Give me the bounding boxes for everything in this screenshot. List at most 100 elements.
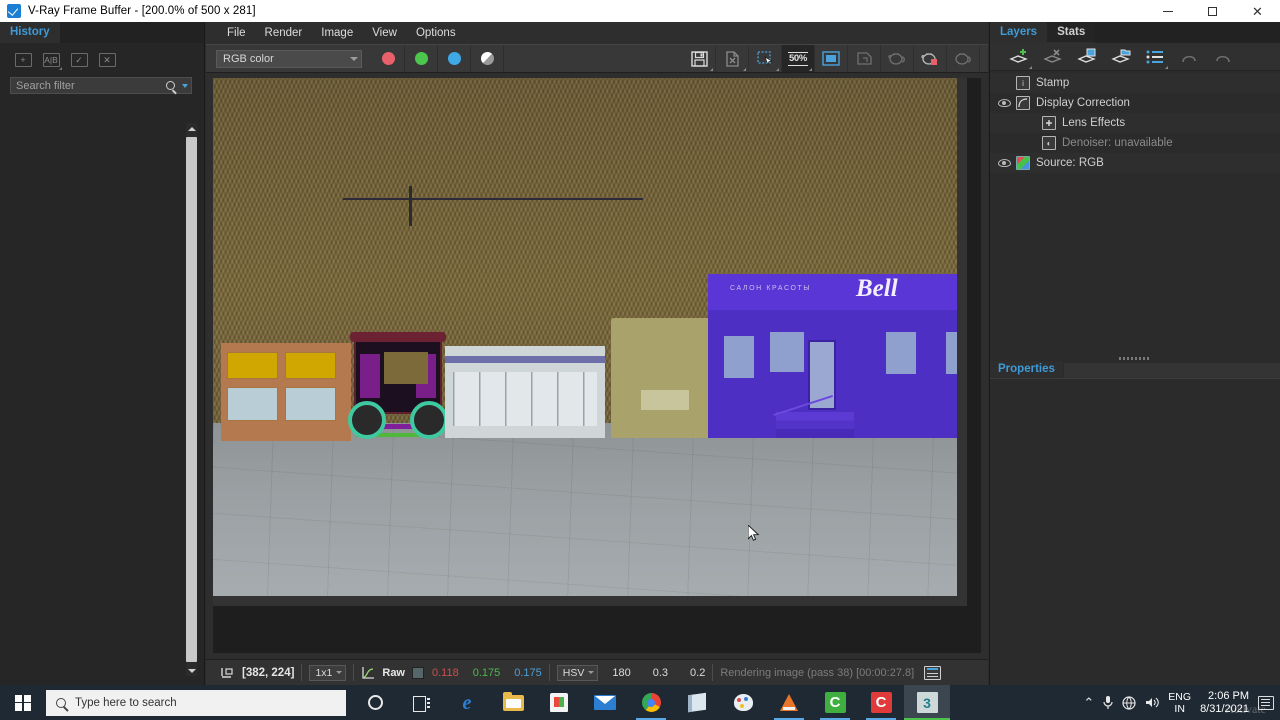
undo-icon[interactable] (1172, 44, 1205, 70)
layer-list[interactable]: i Stamp Display Correction ✚ Lens Effect… (990, 71, 1280, 173)
chevron-down-icon (336, 671, 343, 674)
sample-size-value: 1x1 (315, 666, 333, 679)
tab-history[interactable]: History (0, 22, 60, 43)
menu-image[interactable]: Image (313, 25, 361, 41)
olive-tower-building (611, 318, 721, 438)
chrome-icon[interactable] (628, 685, 674, 720)
layer-row-source-rgb[interactable]: Source: RGB (990, 153, 1280, 173)
red-channel-button[interactable] (372, 45, 405, 72)
search-filter-box[interactable] (10, 77, 192, 94)
clear-image-button[interactable] (716, 45, 749, 72)
add-layer-icon[interactable] (1002, 44, 1035, 70)
corel-green-icon[interactable]: C (812, 685, 858, 720)
show-log-button[interactable] (924, 665, 942, 680)
scrollbar-thumb[interactable] (186, 137, 197, 662)
tab-stats[interactable]: Stats (1047, 22, 1096, 43)
language-indicator[interactable]: ENG IN (1168, 691, 1191, 715)
edge-icon[interactable]: e (444, 685, 490, 720)
menu-file[interactable]: File (219, 25, 254, 41)
color-mode-label: Raw (382, 666, 405, 679)
compare-ab-icon[interactable]: A|B (38, 49, 64, 71)
green-channel-button[interactable] (405, 45, 438, 72)
mail-icon[interactable] (582, 685, 628, 720)
save-layers-icon[interactable] (1070, 44, 1103, 70)
tab-properties[interactable]: Properties (990, 361, 1063, 378)
vfb-toolbar-right: 50% (683, 45, 988, 72)
close-button[interactable]: ✕ (1235, 0, 1280, 22)
layer-row-stamp[interactable]: i Stamp (990, 73, 1280, 93)
load-layers-icon[interactable] (1104, 44, 1137, 70)
notepad-icon[interactable] (674, 685, 720, 720)
scroll-up-icon[interactable] (186, 123, 197, 134)
history-list[interactable] (0, 122, 186, 685)
layers-tabrow: Layers Stats (990, 22, 1280, 43)
paint-icon[interactable] (720, 685, 766, 720)
cube-follow-icon (856, 52, 872, 65)
stop-render-button[interactable] (914, 45, 947, 72)
color-space-select[interactable]: HSV (556, 664, 599, 681)
layer-label: Display Correction (1036, 97, 1130, 109)
search-icon (166, 81, 175, 90)
vfb-statusbar: [382, 224] 1x1 Raw 0.118 0.175 0.175 HSV… (206, 659, 988, 685)
mic-icon[interactable] (1103, 695, 1113, 710)
network-icon[interactable] (1122, 695, 1136, 710)
microsoft-store-icon[interactable] (536, 685, 582, 720)
rendered-image[interactable]: САЛОН КРАСОТЫ Bell (213, 78, 967, 606)
start-render-button[interactable] (947, 45, 980, 72)
teapot-start-icon (955, 53, 971, 65)
pixel-info-icon (221, 667, 233, 678)
curve-icon (1016, 96, 1030, 110)
visibility-toggle[interactable] (992, 99, 1016, 107)
save-image-button[interactable] (683, 45, 716, 72)
layer-row-denoiser[interactable]: ◐ Denoiser: unavailable (990, 133, 1280, 153)
scroll-down-icon[interactable] (186, 665, 197, 676)
render-last-button[interactable] (881, 45, 914, 72)
layer-row-lens-effects[interactable]: ✚ Lens Effects (990, 113, 1280, 133)
render-region-button[interactable] (749, 45, 782, 72)
task-view-icon[interactable] (398, 685, 444, 720)
color-curve-icon[interactable] (361, 666, 375, 680)
redo-icon[interactable] (1206, 44, 1239, 70)
fit-to-window-button[interactable] (815, 45, 848, 72)
minimize-button[interactable] (1145, 0, 1190, 22)
set-as-current-icon[interactable]: ✓ (66, 49, 92, 71)
volume-icon[interactable] (1145, 696, 1160, 709)
cortana-icon[interactable] (352, 685, 398, 720)
splitter-grip[interactable] (1119, 356, 1151, 360)
channel-select[interactable]: RGB color (216, 49, 362, 68)
menu-render[interactable]: Render (257, 25, 311, 41)
restore-button[interactable] (1190, 0, 1235, 22)
menu-options[interactable]: Options (408, 25, 464, 41)
teapot-stop-icon (921, 53, 937, 65)
blue-channel-button[interactable] (438, 45, 471, 72)
follow-mouse-button[interactable] (848, 45, 881, 72)
visibility-toggle[interactable] (992, 159, 1016, 167)
search-input[interactable] (16, 79, 166, 92)
eye-icon (997, 99, 1011, 107)
vfb-toolbar: RGB color 50% (206, 44, 988, 73)
corel-red-icon[interactable]: C (858, 685, 904, 720)
show-hidden-icons-button[interactable]: ⌃ (1083, 695, 1094, 711)
vlc-icon[interactable] (766, 685, 812, 720)
sample-size-select[interactable]: 1x1 (309, 664, 347, 681)
start-button[interactable] (0, 685, 46, 720)
taskbar-search[interactable]: Type here to search (46, 689, 346, 716)
delete-layer-icon[interactable] (1036, 44, 1069, 70)
save-to-history-icon[interactable]: + (10, 49, 36, 71)
layer-presets-icon[interactable] (1138, 44, 1171, 70)
language-top: ENG (1168, 690, 1192, 703)
canvas-hscrollbar[interactable] (213, 596, 967, 606)
chevron-down-icon[interactable] (182, 83, 188, 88)
tab-layers[interactable]: Layers (990, 22, 1048, 43)
history-scrollbar[interactable] (186, 123, 197, 676)
canvas-vscrollbar[interactable] (957, 78, 967, 606)
file-explorer-icon[interactable] (490, 685, 536, 720)
eye-icon (997, 159, 1011, 167)
alpha-channel-button[interactable] (471, 45, 504, 72)
layer-row-display-correction[interactable]: Display Correction (990, 93, 1280, 113)
menu-view[interactable]: View (364, 25, 405, 41)
render-canvas[interactable]: САЛОН КРАСОТЫ Bell (213, 78, 981, 653)
zoom-level-button[interactable]: 50% (782, 45, 815, 72)
remove-from-history-icon[interactable]: ✕ (94, 49, 120, 71)
3ds-max-icon[interactable]: 3 (904, 685, 950, 720)
